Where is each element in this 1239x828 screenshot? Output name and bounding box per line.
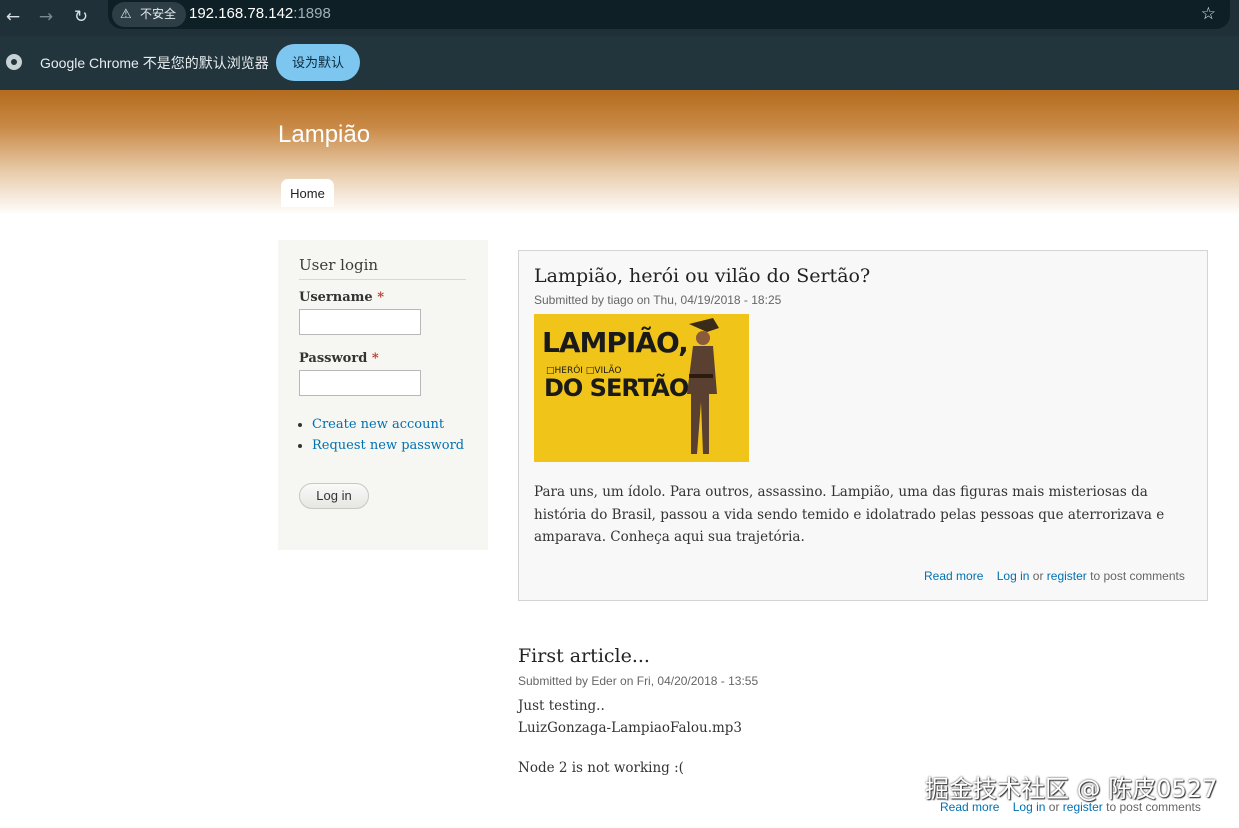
submitted-info: Submitted by tiago on Thu, 04/19/2018 - … — [534, 293, 782, 307]
username-input[interactable] — [299, 309, 421, 335]
security-label: 不安全 — [140, 7, 177, 21]
list-item: Create new account — [312, 414, 464, 435]
article-body-line: LuizGonzaga-LampiaoFalou.mp3 — [518, 720, 743, 736]
request-password-link[interactable]: Request new password — [312, 438, 464, 453]
article-title[interactable]: First article... — [518, 644, 650, 668]
reload-icon[interactable]: ↻ — [68, 4, 94, 30]
image-text: LAMPIÃO, — [542, 326, 689, 359]
user-login-block: User login Username * Password * Create … — [278, 240, 488, 550]
block-title: User login — [299, 255, 466, 280]
tab-home[interactable]: Home — [281, 179, 334, 207]
bookmark-star-icon[interactable]: ☆ — [1201, 1, 1216, 27]
url-text[interactable]: 192.168.78.142:1898 — [189, 3, 331, 25]
warning-icon: ⚠ — [120, 7, 132, 22]
create-account-link[interactable]: Create new account — [312, 417, 444, 432]
article-node: Lampião, herói ou vilão do Sertão? Submi… — [518, 250, 1208, 601]
read-more-link[interactable]: Read more — [924, 569, 983, 583]
set-default-button[interactable]: 设为默认 — [276, 44, 360, 81]
default-browser-infobar: Google Chrome 不是您的默认浏览器 设为默认 — [0, 36, 1239, 90]
login-links: Create new account Request new password — [299, 414, 464, 456]
watermark: 掘金技术社区 @ 陈皮0527 — [925, 775, 1218, 803]
node-links: Read more Log in or register to post com… — [924, 569, 1185, 583]
register-link[interactable]: register — [1047, 569, 1087, 583]
article-body-line: Node 2 is not working :( — [518, 760, 684, 776]
url-port: :1898 — [293, 5, 331, 22]
username-label: Username * — [299, 290, 385, 305]
log-in-button[interactable]: Log in — [299, 483, 369, 509]
article-body-line: Just testing.. — [518, 698, 605, 714]
cangaceiro-figure-icon — [687, 318, 719, 454]
security-indicator[interactable]: ⚠ 不安全 — [112, 2, 186, 27]
infobar-message: Google Chrome 不是您的默认浏览器 — [40, 55, 269, 71]
image-text: DO SERTÃO — [544, 374, 689, 402]
article-image: LAMPIÃO, □HERÓI □VILÃO DO SERTÃO — [534, 314, 749, 462]
password-label: Password * — [299, 351, 379, 366]
article-title[interactable]: Lampião, herói ou vilão do Sertão? — [534, 264, 870, 288]
site-header: Lampião Home — [0, 90, 1239, 215]
article-teaser: Para uns, um ídolo. Para outros, assassi… — [534, 484, 1165, 545]
submitted-info: Submitted by Eder on Fri, 04/20/2018 - 1… — [518, 674, 759, 688]
browser-toolbar: ← → ↻ ⚠ 不安全 192.168.78.142:1898 ☆ — [0, 0, 1239, 36]
chrome-logo-icon — [6, 54, 22, 70]
list-item: Request new password — [312, 435, 464, 456]
back-arrow-icon[interactable]: ← — [0, 4, 26, 30]
url-host: 192.168.78.142 — [189, 5, 294, 22]
password-input[interactable] — [299, 370, 421, 396]
forward-arrow-icon[interactable]: → — [33, 4, 59, 30]
log-in-link[interactable]: Log in — [997, 569, 1030, 583]
address-bar[interactable]: ⚠ 不安全 192.168.78.142:1898 ☆ — [108, 0, 1230, 29]
site-name[interactable]: Lampião — [278, 120, 370, 150]
